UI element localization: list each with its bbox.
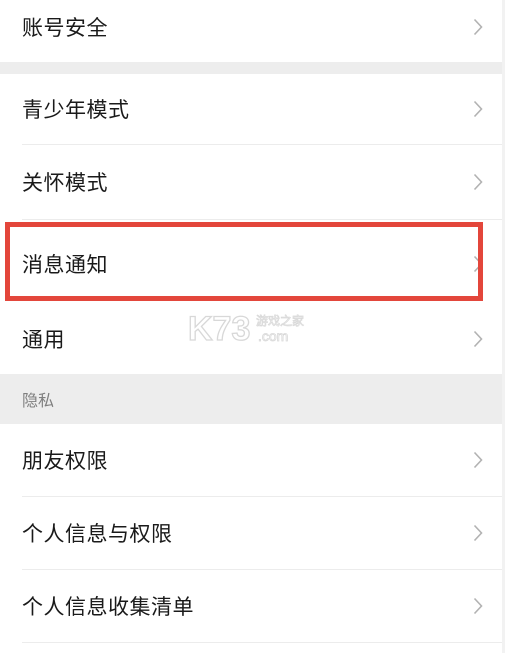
- settings-item-label: 朋友权限: [22, 449, 108, 473]
- chevron-right-icon: [473, 173, 483, 191]
- section-header-label: 隐私: [22, 391, 55, 410]
- settings-item-label: 青少年模式: [22, 98, 130, 122]
- section-header-privacy: 隐私: [0, 374, 505, 424]
- settings-item-teen-mode[interactable]: 青少年模式: [0, 74, 505, 144]
- settings-item-general[interactable]: 通用: [0, 303, 505, 374]
- row-divider: [22, 642, 505, 643]
- settings-item-label: 消息通知: [22, 252, 108, 277]
- chevron-right-icon: [473, 524, 483, 542]
- chevron-right-icon: [473, 100, 483, 118]
- chevron-right-icon: [473, 597, 483, 615]
- settings-item-personal-info-collection[interactable]: 个人信息收集清单: [0, 570, 505, 642]
- settings-item-label: 关怀模式: [22, 171, 108, 195]
- chevron-right-icon: [473, 451, 483, 469]
- section-gap: [0, 62, 505, 74]
- settings-item-notifications[interactable]: 消息通知: [0, 224, 505, 303]
- settings-item-label: 通用: [22, 327, 65, 352]
- settings-item-label: 个人信息收集清单: [22, 595, 194, 619]
- chevron-right-icon: [473, 330, 483, 347]
- chevron-right-icon: [473, 255, 483, 272]
- chevron-right-icon: [473, 18, 483, 36]
- settings-item-personal-info-permissions[interactable]: 个人信息与权限: [0, 497, 505, 569]
- settings-item-account-security[interactable]: 账号安全: [0, 0, 505, 62]
- row-divider: [22, 219, 505, 220]
- settings-item-care-mode[interactable]: 关怀模式: [0, 145, 505, 219]
- settings-item-label: 个人信息与权限: [22, 522, 173, 546]
- settings-item-friend-permissions[interactable]: 朋友权限: [0, 424, 505, 496]
- settings-screen: 账号安全 青少年模式 关怀模式 消息通知 通用 隐私 朋友权限 个人信息与权限: [0, 0, 505, 653]
- settings-item-label: 账号安全: [22, 16, 108, 40]
